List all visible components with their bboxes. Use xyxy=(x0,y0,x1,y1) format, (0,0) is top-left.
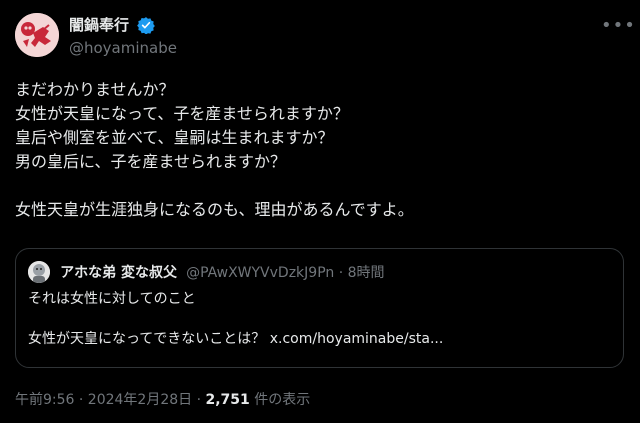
quote-header: アホな弟 変な叔父 @PAwXWYVvDzkJ9Pn · 8時間 xyxy=(28,261,385,283)
quote-avatar[interactable] xyxy=(28,261,50,283)
quote-display-name[interactable]: アホな弟 変な叔父 xyxy=(60,262,177,282)
quote-line-empty xyxy=(28,309,443,329)
quote-handle-time[interactable]: @PAwXWYVvDzkJ9Pn · 8時間 xyxy=(186,262,384,282)
tweet-line: 女性が天皇になって、子を産ませられますか？ xyxy=(15,104,349,123)
quote-line: それは女性に対してのこと xyxy=(28,291,196,307)
more-options-icon[interactable]: ••• xyxy=(601,17,635,39)
author-names: 闇鍋奉行 @hoyaminabe xyxy=(69,14,177,58)
tweet-header: 闇鍋奉行 @hoyaminabe ••• xyxy=(15,13,635,61)
quote-line: 女性が天皇になってできないことは？ x.com/hoyaminabe/sta..… xyxy=(28,329,443,349)
tweet-meta: 午前9:56 · 2024年2月28日 · 2,751 件の表示 xyxy=(15,389,310,409)
quote-tweet-card[interactable]: アホな弟 変な叔父 @PAwXWYVvDzkJ9Pn · 8時間 それは女性に対… xyxy=(15,248,624,368)
tweet-text: まだわかりませんか？ 女性が天皇になって、子を産ませられますか？ 皇后や側室を並… xyxy=(15,78,625,222)
tweet-line: 皇后や側室を並べて、皇嗣は生まれますか？ xyxy=(15,128,334,147)
views-label: 件の表示 xyxy=(249,392,311,408)
tweet-line: 女性天皇が生涯独身になるのも、理由があるんですよ。 xyxy=(15,200,414,219)
quote-text: それは女性に対してのこと 女性が天皇になってできないことは？ x.com/hoy… xyxy=(28,289,443,349)
timestamp[interactable]: 午前9:56 · 2024年2月28日 · xyxy=(15,392,206,408)
author-display-name[interactable]: 闇鍋奉行 xyxy=(69,15,129,35)
views-count[interactable]: 2,751 xyxy=(206,392,250,408)
skull-avatar-icon[interactable] xyxy=(15,13,59,57)
quote-line-text: 女性が天皇になってできないことは？ xyxy=(28,331,270,347)
verified-badge-icon xyxy=(137,16,155,34)
tweet-line xyxy=(15,174,625,198)
quote-link[interactable]: x.com/hoyaminabe/sta... xyxy=(270,331,444,347)
tweet-line: まだわかりませんか？ xyxy=(15,80,175,99)
author-handle[interactable]: @hoyaminabe xyxy=(69,38,177,58)
tweet-line: 男の皇后に、子を産ませられますか？ xyxy=(15,152,287,171)
